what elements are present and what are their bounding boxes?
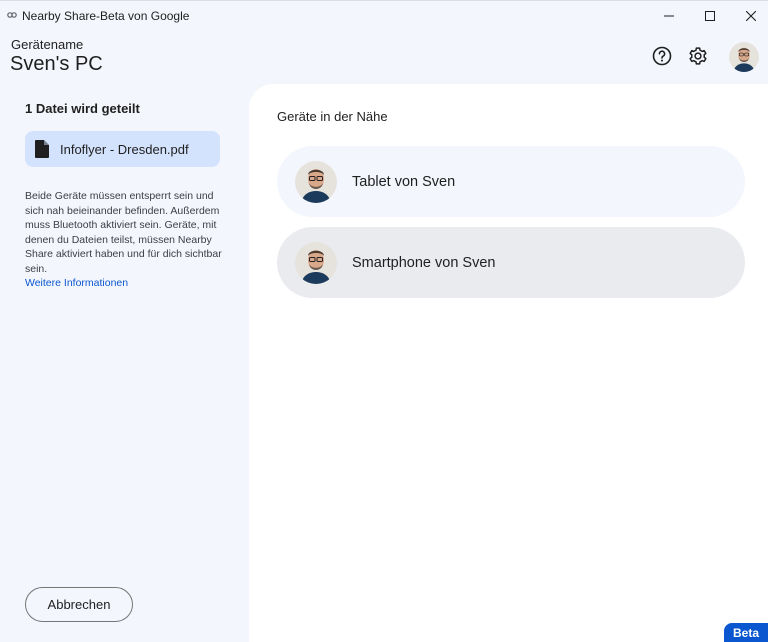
title-bar: Nearby Share-Beta von Google — [0, 0, 768, 30]
share-count-heading: 1 Datei wird geteilt — [25, 101, 140, 116]
close-icon — [746, 11, 756, 21]
minimize-button[interactable] — [648, 1, 690, 31]
close-button[interactable] — [730, 1, 768, 31]
nearby-devices-title: Geräte in der Nähe — [277, 109, 388, 124]
avatar[interactable] — [729, 42, 759, 72]
maximize-button[interactable] — [689, 1, 731, 31]
device-name-label: Gerätename — [11, 37, 84, 52]
minimize-icon — [664, 15, 674, 17]
device-card-label: Tablet von Sven — [352, 173, 456, 190]
requirements-info-text: Beide Geräte müssen entsperrt sein und s… — [25, 190, 222, 275]
help-icon — [652, 46, 672, 66]
beta-badge: Beta — [724, 623, 768, 642]
file-icon — [35, 140, 49, 158]
nearby-share-icon — [7, 12, 17, 18]
settings-button[interactable] — [687, 45, 709, 67]
gear-icon — [689, 47, 707, 65]
file-name: Infoflyer - Dresden.pdf — [60, 141, 189, 157]
device-card-tablet[interactable]: Tablet von Sven — [277, 146, 745, 217]
profile-photo-icon — [295, 160, 337, 203]
profile-photo-icon — [729, 42, 759, 72]
device-card-label: Smartphone von Sven — [352, 254, 496, 271]
shared-file-chip: Infoflyer - Dresden.pdf — [25, 131, 220, 167]
window-title: Nearby Share-Beta von Google — [22, 9, 190, 23]
device-card-smartphone[interactable]: Smartphone von Sven — [277, 227, 745, 298]
device-avatar — [295, 160, 337, 203]
profile-photo-icon — [295, 241, 337, 284]
help-button[interactable] — [651, 45, 673, 67]
cancel-button[interactable]: Abbrechen — [25, 587, 133, 622]
device-avatar — [295, 241, 337, 284]
more-info-link[interactable]: Weitere Informationen — [25, 277, 128, 289]
device-name: Sven's PC — [10, 53, 103, 75]
maximize-icon — [705, 11, 715, 21]
nearby-devices-panel: Geräte in der Nähe Tablet von Sven Smart… — [249, 84, 768, 642]
